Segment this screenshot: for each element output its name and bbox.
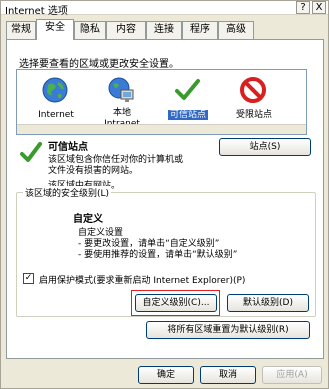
title-bar: Internet 选项 ? X bbox=[1, 1, 328, 17]
zone-title: 可信站点 bbox=[48, 142, 88, 153]
trusted-zone-check-icon bbox=[20, 142, 42, 162]
tab-content[interactable]: 内容 bbox=[106, 21, 146, 39]
zone-trusted-label-text: 可信站点 bbox=[167, 110, 208, 120]
tab-general[interactable]: 常规 bbox=[6, 21, 36, 39]
tab-connections[interactable]: 连接 bbox=[146, 21, 182, 39]
zone-restricted-label: 受限站点 bbox=[235, 110, 272, 120]
tab-security[interactable]: 安全 bbox=[36, 19, 74, 40]
security-level-desc3: - 要使用推荐的设置，请单击“默认级别” bbox=[78, 250, 238, 260]
ok-button[interactable]: 确定 bbox=[138, 366, 194, 384]
internet-options-dialog: Internet 选项 ? X 常规 安全 隐私 内容 连接 程序 高级 选择要… bbox=[0, 0, 329, 389]
intranet-icon bbox=[108, 77, 134, 102]
checkmark-icon bbox=[175, 79, 200, 100]
zone-intranet-label: 本地 bbox=[112, 108, 131, 118]
tab-programs[interactable]: 程序 bbox=[182, 21, 218, 39]
zone-instruction: 选择要查看的区域或更改安全设置。 bbox=[19, 59, 179, 70]
security-tab-panel: 选择要查看的区域或更改安全设置。 Internet 本地 可信站点 受限站点 可… bbox=[6, 39, 324, 359]
security-level-group: 该区域的安全级别(L) 自定义 自定义设置 - 要更改设置，请单击“自定义级别”… bbox=[16, 186, 316, 317]
apply-button[interactable]: 应用(A) bbox=[262, 366, 322, 384]
zone-list-scrollbar[interactable] bbox=[17, 124, 306, 134]
reset-all-zones-button[interactable]: 将所有区域重置为默认级别(R) bbox=[146, 321, 310, 339]
zone-trusted-sites[interactable]: 可信站点 bbox=[155, 70, 221, 130]
security-level-legend: 该区域的安全级别(L) bbox=[23, 186, 112, 199]
sites-button[interactable]: 站点(S) bbox=[219, 138, 311, 156]
zone-trusted-label: 可信站点 bbox=[155, 110, 221, 121]
security-level-name: 自定义 bbox=[73, 214, 103, 225]
protected-mode-checkbox[interactable]: ✓ bbox=[23, 273, 34, 284]
protected-mode-label[interactable]: 启用保护模式(要求重新启动 Internet Explorer)(P) bbox=[39, 273, 245, 286]
help-button[interactable]: ? bbox=[296, 1, 310, 14]
zone-local-intranet[interactable]: 本地 Intranet bbox=[89, 70, 155, 130]
globe-icon bbox=[42, 77, 68, 103]
close-button[interactable]: X bbox=[312, 1, 326, 14]
custom-level-button[interactable]: 自定义级别(C)... bbox=[135, 294, 217, 312]
restricted-icon bbox=[240, 77, 266, 103]
window-title: Internet 选项 bbox=[5, 6, 68, 17]
zone-internet-label: Internet bbox=[38, 110, 74, 120]
cancel-button[interactable]: 取消 bbox=[200, 366, 256, 384]
tab-advanced[interactable]: 高级 bbox=[218, 21, 254, 39]
zone-list[interactable]: Internet 本地 Intranet 可信站点 bbox=[16, 69, 307, 135]
zone-description-line2: 文件没有损害的网站。 bbox=[48, 166, 139, 176]
zone-internet[interactable]: Internet bbox=[23, 70, 89, 130]
tab-privacy[interactable]: 隐私 bbox=[74, 21, 106, 39]
default-level-button[interactable]: 默认级别(D) bbox=[227, 294, 309, 312]
zone-restricted-sites[interactable]: 受限站点 bbox=[221, 70, 287, 130]
